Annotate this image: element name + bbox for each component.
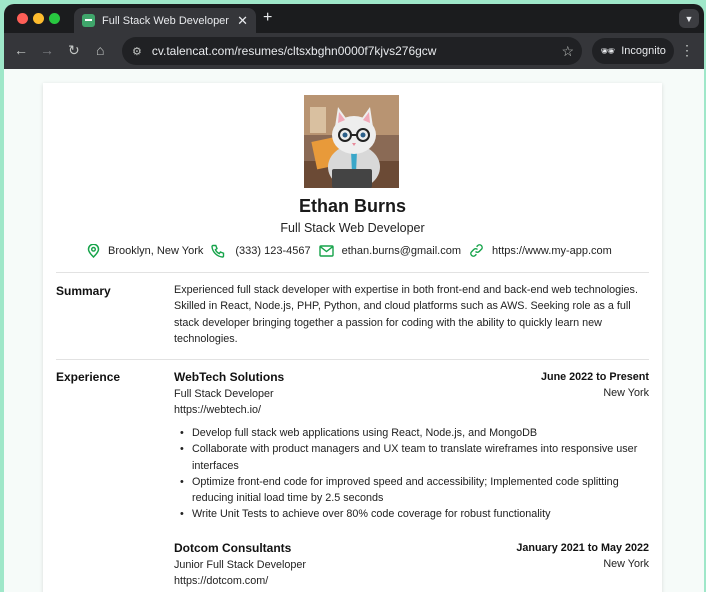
- browser-toolbar: ← → ↻ ⌂ ⚙ cv.talencat.com/resumes/cltsxb…: [4, 33, 704, 69]
- job-company: WebTech Solutions: [174, 370, 285, 384]
- new-tab-button[interactable]: +: [263, 9, 272, 27]
- contact-row: Brooklyn, New York (333) 123-4567 ethan.…: [87, 243, 620, 258]
- favicon-icon: [82, 14, 95, 27]
- star-icon[interactable]: ☆: [561, 43, 574, 60]
- summary-text: Experienced full stack developer with ex…: [174, 284, 638, 345]
- incognito-label: Incognito: [621, 45, 666, 57]
- close-window-button[interactable]: [17, 13, 28, 24]
- tab-bar: Full Stack Web Developer | Ta ✕ + ▼: [4, 4, 704, 33]
- page-viewport[interactable]: Ethan Burns Full Stack Web Developer Bro…: [4, 69, 704, 592]
- job-url[interactable]: https://dotcom.com/: [174, 575, 268, 587]
- incognito-indicator[interactable]: 🕶 Incognito: [592, 38, 674, 64]
- job-url[interactable]: https://webtech.io/: [174, 404, 261, 416]
- email-text[interactable]: ethan.burns@gmail.com: [342, 245, 461, 257]
- menu-icon[interactable]: ⋮: [680, 42, 694, 59]
- section-divider: [56, 359, 649, 360]
- list-item: Develop full stack web applications usin…: [179, 425, 659, 442]
- link-icon: [470, 244, 483, 257]
- minimize-window-button[interactable]: [33, 13, 44, 24]
- job-bullets: Develop full stack web applications usin…: [179, 425, 659, 523]
- location-text: Brooklyn, New York: [108, 244, 204, 257]
- job-role: Junior Full Stack Developer: [174, 559, 307, 571]
- job-company: Dotcom Consultants: [174, 541, 292, 555]
- contact-website: https://www.my-app.com: [469, 243, 612, 258]
- contact-email: ethan.burns@gmail.com: [318, 244, 461, 257]
- summary-heading: Summary: [56, 284, 111, 298]
- home-icon[interactable]: ⌂: [96, 42, 104, 58]
- resume-title: Full Stack Web Developer: [280, 221, 425, 235]
- job-dates: June 2022 to Present: [540, 371, 649, 383]
- url-text[interactable]: cv.talencat.com/resumes/cltsxbghn0000f7k…: [152, 44, 562, 58]
- forward-icon[interactable]: →: [40, 42, 54, 58]
- list-item: Collaborate with product managers and UX…: [179, 441, 659, 474]
- avatar: [304, 95, 399, 188]
- list-item: Write Unit Tests to achieve over 80% cod…: [179, 506, 659, 523]
- maximize-window-button[interactable]: [49, 13, 60, 24]
- contact-phone: (333) 123-4567: [211, 244, 311, 258]
- address-bar[interactable]: ⚙ cv.talencat.com/resumes/cltsxbghn0000f…: [122, 37, 582, 65]
- section-divider: [56, 272, 649, 273]
- website-text[interactable]: https://www.my-app.com: [492, 245, 612, 257]
- tab-search-icon[interactable]: ▼: [679, 9, 699, 28]
- phone-icon: [211, 244, 225, 258]
- job-location: New York: [603, 558, 649, 570]
- contact-location: Brooklyn, New York: [87, 243, 204, 258]
- cat-avatar-illustration: [304, 95, 399, 188]
- job-location: New York: [603, 387, 649, 399]
- tab-title: Full Stack Web Developer | Ta: [102, 14, 231, 27]
- resume-name: Ethan Burns: [298, 196, 406, 216]
- job-role: Full Stack Developer: [174, 388, 274, 400]
- incognito-icon: 🕶: [600, 44, 616, 58]
- mail-icon: [318, 244, 334, 257]
- close-icon[interactable]: ✕: [237, 13, 248, 29]
- location-icon: [87, 243, 100, 258]
- site-info-icon[interactable]: ⚙: [132, 45, 142, 58]
- active-tab[interactable]: Full Stack Web Developer | Ta ✕: [74, 8, 256, 33]
- browser-window: Full Stack Web Developer | Ta ✕ + ▼ ← → …: [4, 4, 704, 592]
- back-icon[interactable]: ←: [14, 42, 28, 58]
- resume-page: Ethan Burns Full Stack Web Developer Bro…: [43, 83, 662, 592]
- list-item: Optimize front-end code for improved spe…: [179, 474, 659, 507]
- job-dates: January 2021 to May 2022: [516, 542, 649, 554]
- phone-text: (333) 123-4567: [235, 244, 311, 257]
- reload-icon[interactable]: ↻: [68, 42, 80, 59]
- experience-heading: Experience: [56, 370, 121, 384]
